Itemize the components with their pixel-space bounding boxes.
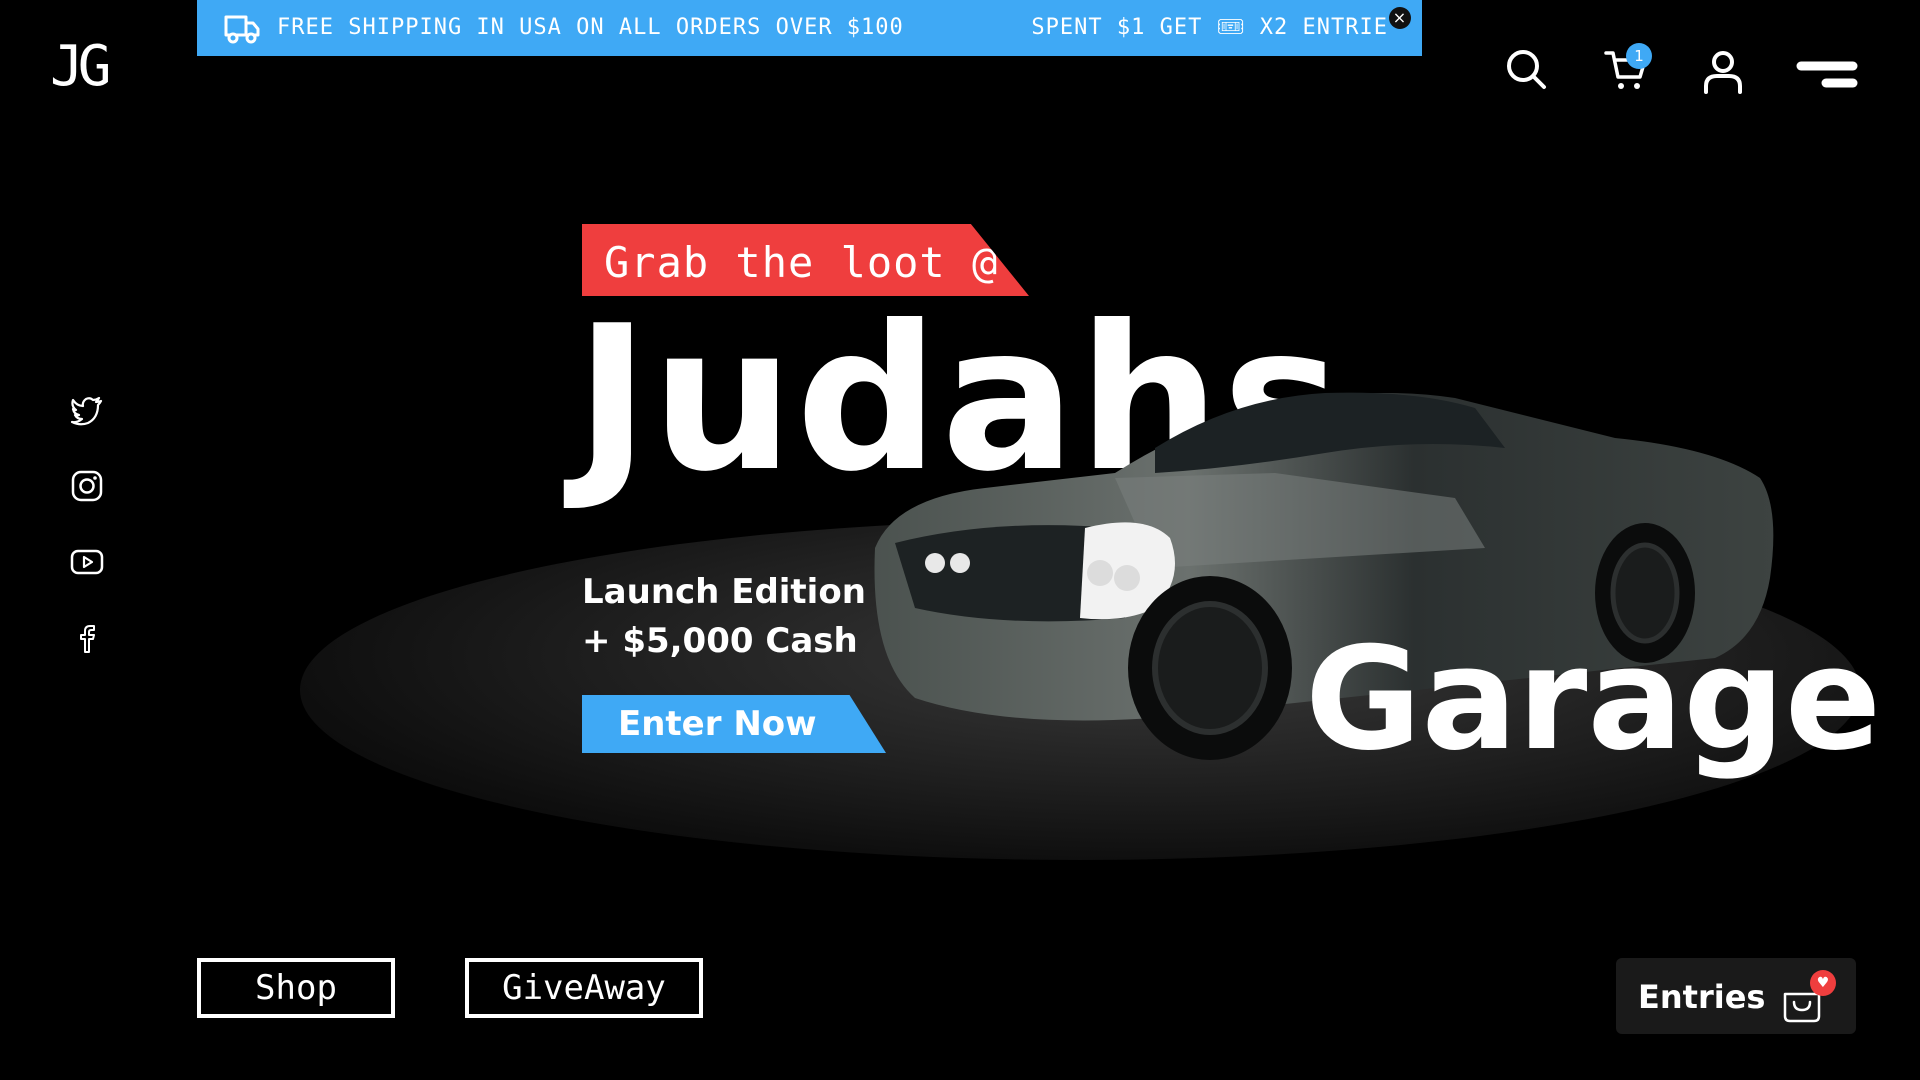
edition-text: Launch Edition + $5,000 Cash [582,568,866,666]
grab-loot-text: Grab the loot @ [604,238,999,287]
facebook-icon[interactable] [70,621,104,655]
edition-line-1: Launch Edition [582,572,866,612]
heart-badge-icon: ♥ [1810,970,1836,996]
entries-label: Entries [1638,978,1766,1016]
banner-close-button[interactable]: × [1389,7,1411,29]
instagram-icon[interactable] [70,469,104,503]
entries-promo-text: SPENT $1 GET 🎟 X2 ENTRIE [1031,15,1388,40]
user-icon[interactable] [1703,50,1743,94]
enter-now-label: Enter Now [618,704,817,744]
hero-title-garage: Garage [1305,617,1882,782]
enter-now-button[interactable]: Enter Now [582,695,886,753]
giveaway-button[interactable]: GiveAway [465,958,703,1018]
truck-icon [224,15,260,44]
shop-button[interactable]: Shop [197,958,395,1018]
menu-icon[interactable] [1796,58,1858,92]
youtube-icon[interactable] [70,545,104,579]
edition-line-2: + $5,000 Cash [582,621,858,661]
twitter-icon[interactable] [70,393,104,427]
entries-widget[interactable]: Entries ♥ [1616,958,1856,1034]
jg-logo[interactable]: JG [50,30,134,104]
search-icon[interactable] [1505,48,1547,90]
shipping-banner: FREE SHIPPING IN USA ON ALL ORDERS OVER … [197,0,1422,56]
shipping-text: FREE SHIPPING IN USA ON ALL ORDERS OVER … [277,15,904,40]
cart-count-badge: 1 [1626,43,1652,69]
